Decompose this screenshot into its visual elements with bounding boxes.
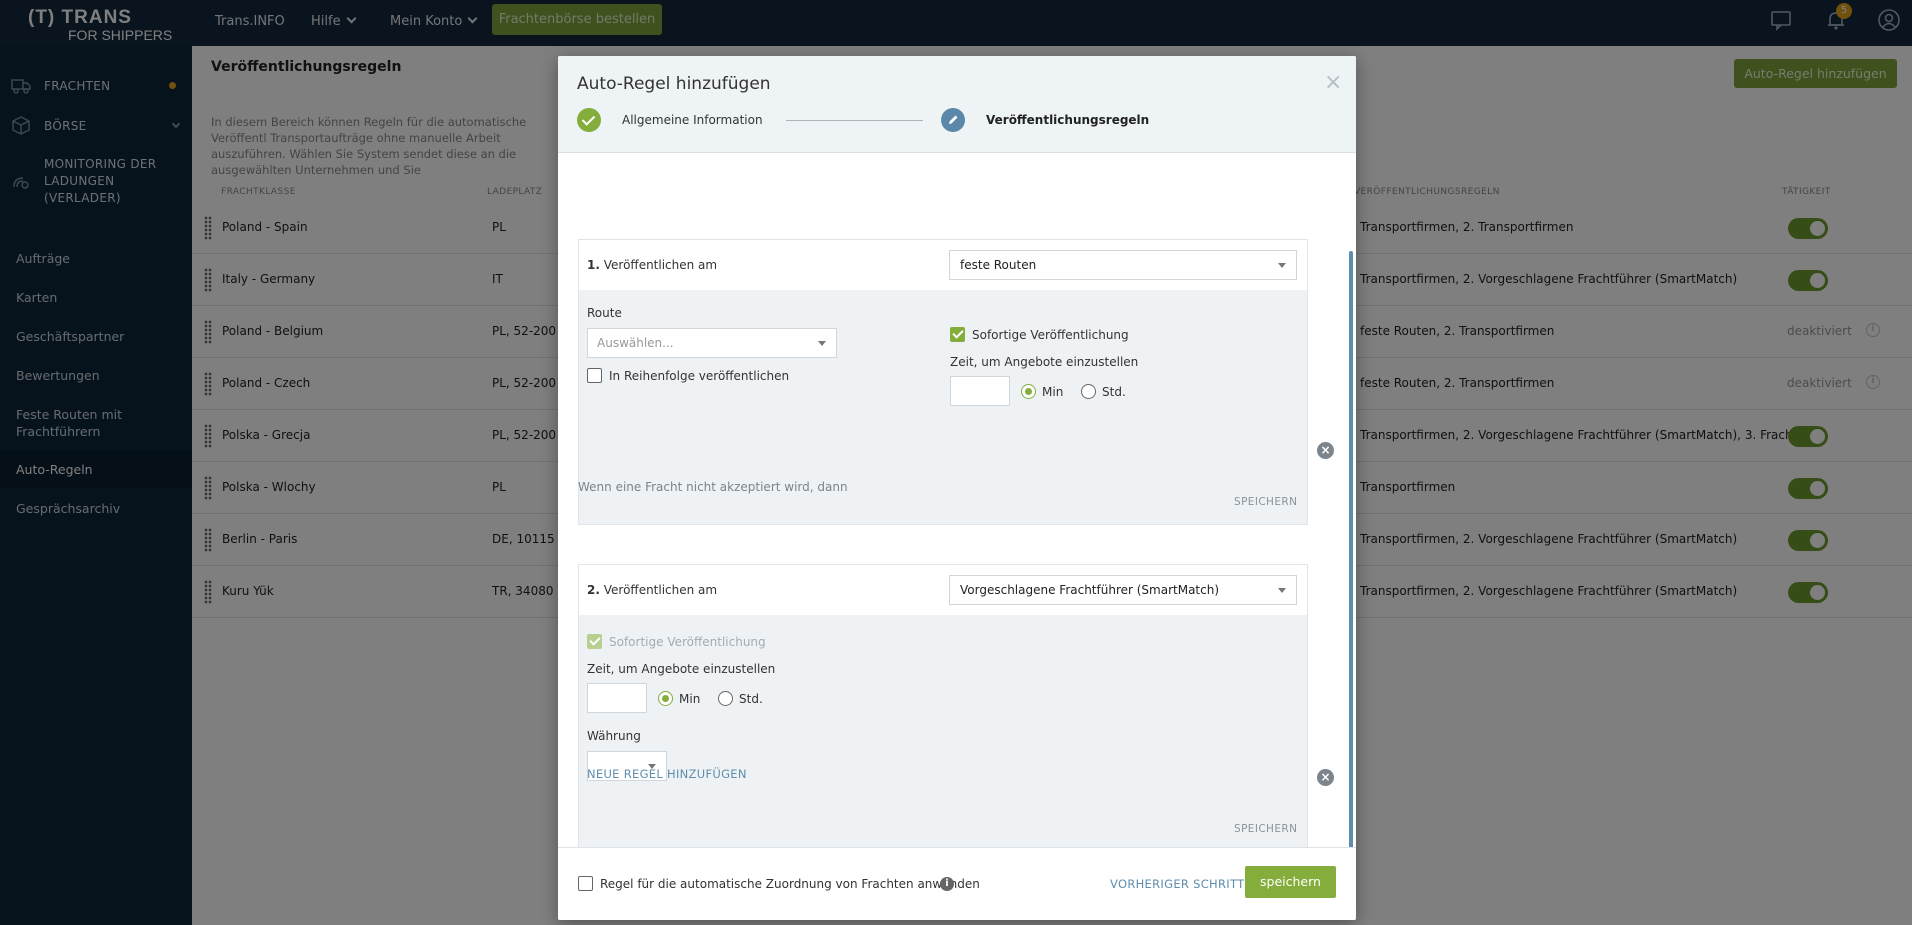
pencil-icon	[949, 115, 958, 124]
dialog-scrollbar[interactable]	[1349, 251, 1353, 919]
rule-2-publish-target-select[interactable]: Vorgeschlagene Frachtführer (SmartMatch)	[949, 575, 1297, 605]
save-button[interactable]: speichern	[1245, 866, 1336, 898]
fallback-instruction: Wenn eine Fracht nicht akzeptiert wird, …	[578, 480, 848, 494]
instant-publish-label: Sofortige Veröffentlichung	[609, 635, 766, 649]
caret-down-icon	[1278, 263, 1286, 268]
offer-time-input[interactable]	[587, 683, 647, 713]
apply-auto-assign-label: Regel für die automatische Zuordnung von…	[600, 877, 980, 891]
rule-2-settings: Sofortige Veröffentlichung Zeit, um Ange…	[579, 615, 1307, 851]
route-select[interactable]: Auswählen...	[587, 328, 837, 358]
hours-radio[interactable]	[718, 691, 733, 706]
rule-1-title: 1. Veröffentlichen am	[587, 258, 718, 272]
in-order-checkbox[interactable]	[587, 368, 602, 383]
offer-time-label: Zeit, um Angebote einzustellen	[950, 355, 1139, 369]
hours-label: Std.	[739, 692, 763, 706]
caret-down-icon	[1278, 588, 1286, 593]
minutes-radio[interactable]	[658, 691, 673, 706]
instant-publish-checkbox-disabled	[587, 634, 602, 649]
minutes-radio[interactable]	[1021, 384, 1036, 399]
hours-label: Std.	[1102, 385, 1126, 399]
info-icon[interactable]: i	[940, 877, 954, 891]
minutes-label: Min	[1042, 385, 1064, 399]
rule-2-save-button[interactable]: SPEICHERN	[1234, 823, 1297, 835]
dialog-body: 1. Veröffentlichen am feste Routen Route…	[558, 153, 1356, 919]
dialog-footer: Regel für die automatische Zuordnung von…	[558, 847, 1356, 920]
close-icon[interactable]: ×	[1324, 72, 1342, 94]
offer-time-input[interactable]	[950, 376, 1010, 406]
offer-time-label: Zeit, um Angebote einzustellen	[587, 662, 776, 676]
rule-1-header: 1. Veröffentlichen am feste Routen	[579, 240, 1307, 290]
add-auto-rule-dialog: Auto-Regel hinzufügen × Allgemeine Infor…	[558, 56, 1356, 920]
remove-rule-2-icon[interactable]: ×	[1317, 769, 1334, 786]
rule-1-save-button[interactable]: SPEICHERN	[1234, 496, 1297, 508]
step-connector	[786, 120, 923, 121]
step-completed-check-icon[interactable]	[577, 108, 601, 132]
remove-rule-1-icon[interactable]: ×	[1317, 442, 1334, 459]
caret-down-icon	[818, 341, 826, 346]
in-order-label: In Reihenfolge veröffentlichen	[609, 369, 790, 383]
step-general-info[interactable]: Allgemeine Information	[622, 113, 763, 127]
dialog-title: Auto-Regel hinzufügen	[577, 74, 771, 94]
dialog-header: Auto-Regel hinzufügen × Allgemeine Infor…	[558, 56, 1356, 153]
rule-card-2: 2. Veröffentlichen am Vorgeschlagene Fra…	[578, 564, 1308, 852]
apply-auto-assign-checkbox[interactable]	[578, 876, 593, 891]
rule-1-publish-target-select[interactable]: feste Routen	[949, 250, 1297, 280]
rule-2-header: 2. Veröffentlichen am Vorgeschlagene Fra…	[579, 565, 1307, 615]
route-label: Route	[587, 306, 622, 320]
add-new-rule-button[interactable]: NEUE REGEL HINZUFÜGEN	[587, 767, 747, 781]
hours-radio[interactable]	[1081, 384, 1096, 399]
step-current-pencil-icon	[941, 108, 965, 132]
step-publication-rules: Veröffentlichungsregeln	[986, 113, 1150, 127]
rule-2-title: 2. Veröffentlichen am	[587, 583, 718, 597]
instant-publish-label: Sofortige Veröffentlichung	[972, 328, 1129, 342]
currency-label: Währung	[587, 729, 641, 743]
instant-publish-checkbox[interactable]	[950, 327, 965, 342]
minutes-label: Min	[679, 692, 701, 706]
previous-step-button[interactable]: VORHERIGER SCHRITT	[1110, 877, 1244, 891]
